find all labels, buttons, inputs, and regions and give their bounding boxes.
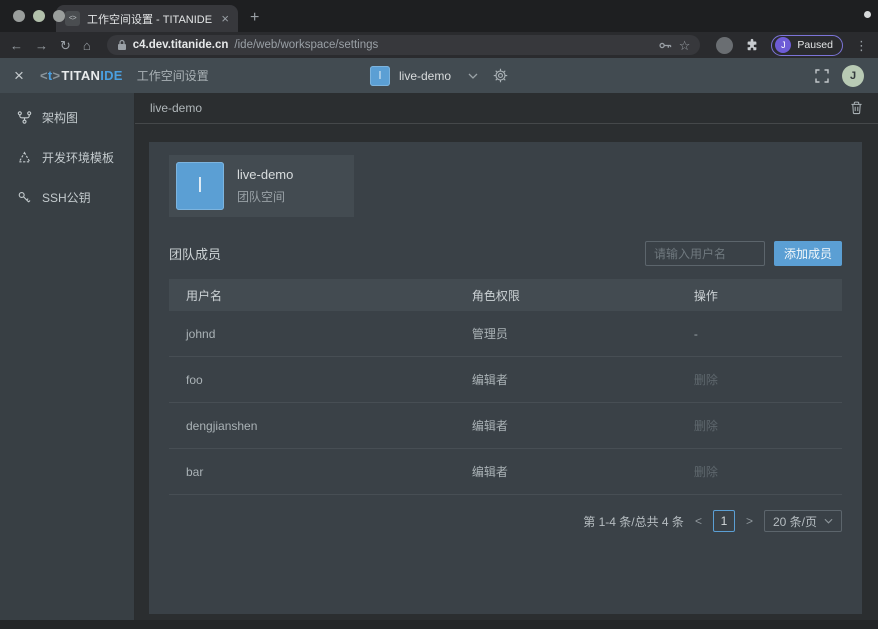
pagination: 第 1-4 条/总共 4 条 < 1 > 20 条/页 (169, 510, 842, 532)
url-host: c4.dev.titanide.cn (133, 39, 229, 51)
cell-username: johnd (169, 327, 472, 341)
cell-username: dengjianshen (169, 419, 472, 433)
bookmark-star-icon[interactable]: ☆ (679, 39, 691, 52)
delete-member-link[interactable]: 删除 (694, 463, 842, 480)
sidebar-item-label: 架构图 (42, 109, 78, 126)
gear-icon[interactable] (493, 68, 508, 83)
delete-member-link[interactable]: 删除 (694, 417, 842, 434)
table-row: johnd 管理员 - (169, 311, 842, 357)
fullscreen-icon[interactable] (815, 69, 829, 83)
table-row: bar 编辑者 删除 (169, 449, 842, 495)
tab-close-icon[interactable]: × (221, 12, 229, 25)
chevron-down-icon[interactable] (468, 73, 478, 79)
template-icon (17, 150, 32, 165)
members-section-title: 团队成员 (169, 244, 221, 263)
chevron-down-icon (824, 518, 833, 524)
home-icon[interactable]: ⌂ (83, 39, 91, 52)
browser-menu-icon[interactable]: ⋮ (855, 39, 868, 52)
cell-username: bar (169, 465, 472, 479)
user-avatar[interactable]: J (842, 65, 864, 87)
macos-zoom-icon[interactable] (53, 10, 65, 22)
forward-icon[interactable]: → (35, 39, 48, 52)
tab-title: 工作空间设置 - TITANIDE (87, 11, 214, 27)
page-size-select[interactable]: 20 条/页 (764, 510, 842, 532)
workspace-card-subtitle: 团队空间 (237, 188, 293, 205)
workspace-card-title: live-demo (237, 167, 293, 182)
tab-strip: <> 工作空间设置 - TITANIDE × + (0, 0, 878, 32)
sync-paused-label: Paused (797, 39, 833, 51)
browser-window: <> 工作空间设置 - TITANIDE × + ← → ↻ ⌂ c4.dev.… (0, 0, 878, 629)
macos-minimize-icon[interactable] (33, 10, 45, 22)
key-icon (17, 190, 32, 205)
branch-icon (17, 110, 32, 125)
macos-close-icon[interactable] (13, 10, 25, 22)
pagination-summary: 第 1-4 条/总共 4 条 (583, 513, 684, 530)
back-icon[interactable]: ← (10, 39, 23, 52)
app-header: × <t>TITANIDE 工作空间设置 l live-demo J (0, 58, 878, 93)
url-path: /ide/web/workspace/settings (234, 39, 378, 51)
reload-icon[interactable]: ↻ (60, 39, 71, 52)
trash-icon[interactable] (850, 101, 863, 115)
sidebar-item-label: 开发环境模板 (42, 149, 114, 166)
breadcrumb-bar: live-demo (135, 93, 878, 124)
members-header-row: 团队成员 添加成员 (169, 241, 842, 266)
settings-panel: l live-demo 团队空间 团队成员 添加成员 (149, 142, 862, 614)
address-bar[interactable]: c4.dev.titanide.cn/ide/web/workspace/set… (107, 35, 701, 55)
cell-action: - (694, 327, 842, 341)
delete-member-link[interactable]: 删除 (694, 371, 842, 388)
cell-role: 编辑者 (472, 417, 694, 434)
browser-toolbar: ← → ↻ ⌂ c4.dev.titanide.cn/ide/web/works… (0, 32, 878, 58)
breadcrumb: live-demo (150, 101, 202, 115)
sidebar-item-label: SSH公钥 (42, 189, 91, 206)
titanide-favicon-icon: <> (65, 11, 80, 26)
page-size-value: 20 条/页 (773, 513, 817, 530)
profile-avatar: J (775, 37, 791, 53)
table-header-row: 用户名 角色权限 操作 (169, 279, 842, 311)
cell-role: 编辑者 (472, 463, 694, 480)
chrome-profile-button[interactable]: J Paused (771, 35, 843, 56)
column-header-username: 用户名 (169, 287, 472, 304)
window-bottom-edge (0, 620, 878, 629)
password-key-icon[interactable] (658, 38, 673, 53)
column-header-action: 操作 (694, 287, 842, 304)
sidebar-item-architecture[interactable]: 架构图 (0, 97, 134, 137)
window-dot (864, 11, 871, 18)
members-table: 用户名 角色权限 操作 johnd 管理员 - foo 编辑者 删除 (169, 279, 842, 495)
sidebar-item-dev-env-template[interactable]: 开发环境模板 (0, 137, 134, 177)
browser-tab[interactable]: <> 工作空间设置 - TITANIDE × (56, 5, 238, 32)
workspace-card: l live-demo 团队空间 (169, 155, 354, 217)
sidebar-item-ssh-key[interactable]: SSH公钥 (0, 177, 134, 217)
main-content: live-demo l live-demo 团队空间 (135, 93, 878, 620)
cell-role: 管理员 (472, 325, 694, 342)
puzzle-extensions-icon[interactable] (745, 38, 759, 52)
username-input[interactable] (645, 241, 765, 266)
app-close-icon[interactable]: × (14, 67, 24, 84)
workspace-switcher[interactable]: l live-demo (370, 66, 508, 86)
cell-username: foo (169, 373, 472, 387)
titanide-logo[interactable]: <t>TITANIDE (40, 68, 123, 83)
cell-role: 编辑者 (472, 371, 694, 388)
new-tab-button[interactable]: + (250, 9, 259, 27)
workspace-badge: l (370, 66, 390, 86)
lock-icon (117, 39, 127, 51)
sidebar: 架构图 开发环境模板 SSH公钥 (0, 93, 135, 620)
extension-icon[interactable] (716, 37, 733, 54)
page-title: 工作空间设置 (137, 67, 209, 84)
prev-page-icon[interactable]: < (693, 514, 704, 528)
app-body: 架构图 开发环境模板 SSH公钥 live-demo (0, 93, 878, 620)
traffic-lights (13, 10, 65, 22)
table-row: dengjianshen 编辑者 删除 (169, 403, 842, 449)
table-row: foo 编辑者 删除 (169, 357, 842, 403)
workspace-card-badge: l (176, 162, 224, 210)
workspace-name: live-demo (399, 69, 451, 83)
page-number-button[interactable]: 1 (713, 510, 735, 532)
next-page-icon[interactable]: > (744, 514, 755, 528)
column-header-role: 角色权限 (472, 287, 694, 304)
add-member-button[interactable]: 添加成员 (774, 241, 842, 266)
